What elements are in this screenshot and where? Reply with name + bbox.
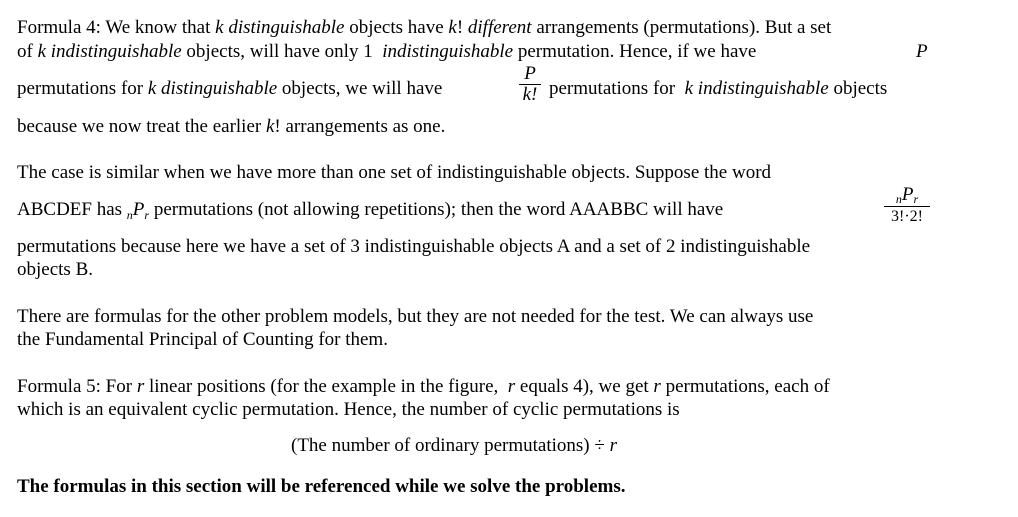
var-P: P — [901, 184, 914, 205]
var-k: k — [684, 78, 694, 99]
text: objects have — [349, 17, 444, 38]
text: Formula 5: For — [17, 376, 133, 397]
fraction-denominator: 3!·2! — [891, 208, 923, 225]
var-k: k — [37, 41, 47, 62]
var-k: k — [448, 17, 457, 38]
fraction-denominator: k! — [522, 84, 538, 105]
text: ! arrangements as one. — [274, 116, 446, 137]
text-italic: indistinguishable — [697, 78, 829, 99]
text: objects, we will have — [281, 78, 443, 99]
text: permutations for — [549, 78, 676, 99]
formula4-line4: because we now treat the earlier k! arra… — [17, 115, 445, 139]
fraction-numerator: nPr — [884, 184, 930, 207]
formula4-line2: of k indistinguishable objects, will hav… — [17, 40, 1007, 64]
sub-r: r — [913, 192, 919, 206]
var-k: k — [147, 78, 157, 99]
text: because we now treat the earlier — [17, 116, 262, 137]
text-italic: different — [467, 17, 532, 38]
text: linear positions (for the example in the… — [148, 376, 499, 397]
sub-n: n — [126, 208, 133, 222]
text-italic: distinguishable — [161, 78, 278, 99]
case-line4: objects B. — [17, 259, 93, 280]
footer-bold-note: The formulas in this section will be ref… — [17, 476, 626, 497]
text: ! — [456, 17, 464, 38]
text: permutations, each of — [665, 376, 830, 397]
text: objects, will have only 1 — [186, 41, 373, 62]
sub-r: r — [144, 208, 150, 222]
var-P: P — [916, 40, 928, 64]
text-italic: indistinguishable — [50, 41, 182, 62]
formula4-line3a: permutations for k distinguishable objec… — [17, 77, 442, 101]
var-P: P — [132, 199, 145, 220]
text: of — [17, 41, 33, 62]
formula5-centered-expression: (The number of ordinary permutations) ÷ … — [291, 434, 617, 458]
other-line1: There are formulas for the other problem… — [17, 306, 814, 327]
text: arrangements (permutations). But a set — [536, 17, 832, 38]
text: equals 4), we get — [519, 376, 649, 397]
formula4-line3b: permutations for k indistinguishable obj… — [549, 77, 887, 101]
case-line1: The case is similar when we have more th… — [17, 162, 772, 183]
text-italic: distinguishable — [228, 17, 345, 38]
text: objects — [833, 78, 888, 99]
var-r: r — [609, 435, 617, 456]
fraction-numerator: P — [524, 63, 536, 84]
case-line3: permutations because here we have a set … — [17, 236, 811, 257]
text-italic: indistinguishable — [382, 41, 514, 62]
text: (The number of ordinary permutations) ÷ — [291, 435, 605, 456]
sub-n: n — [895, 192, 902, 206]
fraction-nPr-over-3f2f: nPr 3!·2! — [884, 185, 930, 227]
case-line2: ABCDEF has nPr permutations (not allowin… — [17, 198, 723, 223]
var-k: k — [215, 17, 224, 38]
var-r: r — [507, 376, 516, 397]
other-line2: the Fundamental Principal of Counting fo… — [17, 329, 388, 350]
formula5-line1: Formula 5: For r linear positions (for t… — [17, 375, 830, 399]
formula4-line1: Formula 4: We know that k distinguishabl… — [17, 16, 831, 40]
fraction-P-over-k: P k! — [519, 64, 541, 105]
text: permutations (not allowing repetitions);… — [153, 199, 724, 220]
text: ABCDEF has — [17, 199, 123, 220]
nPr-symbol: nPr — [126, 199, 150, 222]
var-P-text: P — [916, 41, 928, 62]
text: permutations for — [17, 78, 144, 99]
var-r: r — [653, 376, 661, 397]
var-r: r — [136, 376, 145, 397]
formula5-line2: which is an equivalent cyclic permutatio… — [17, 399, 680, 420]
text: permutation. Hence, if we have — [517, 41, 757, 62]
text: Formula 4: We know that — [17, 17, 211, 38]
